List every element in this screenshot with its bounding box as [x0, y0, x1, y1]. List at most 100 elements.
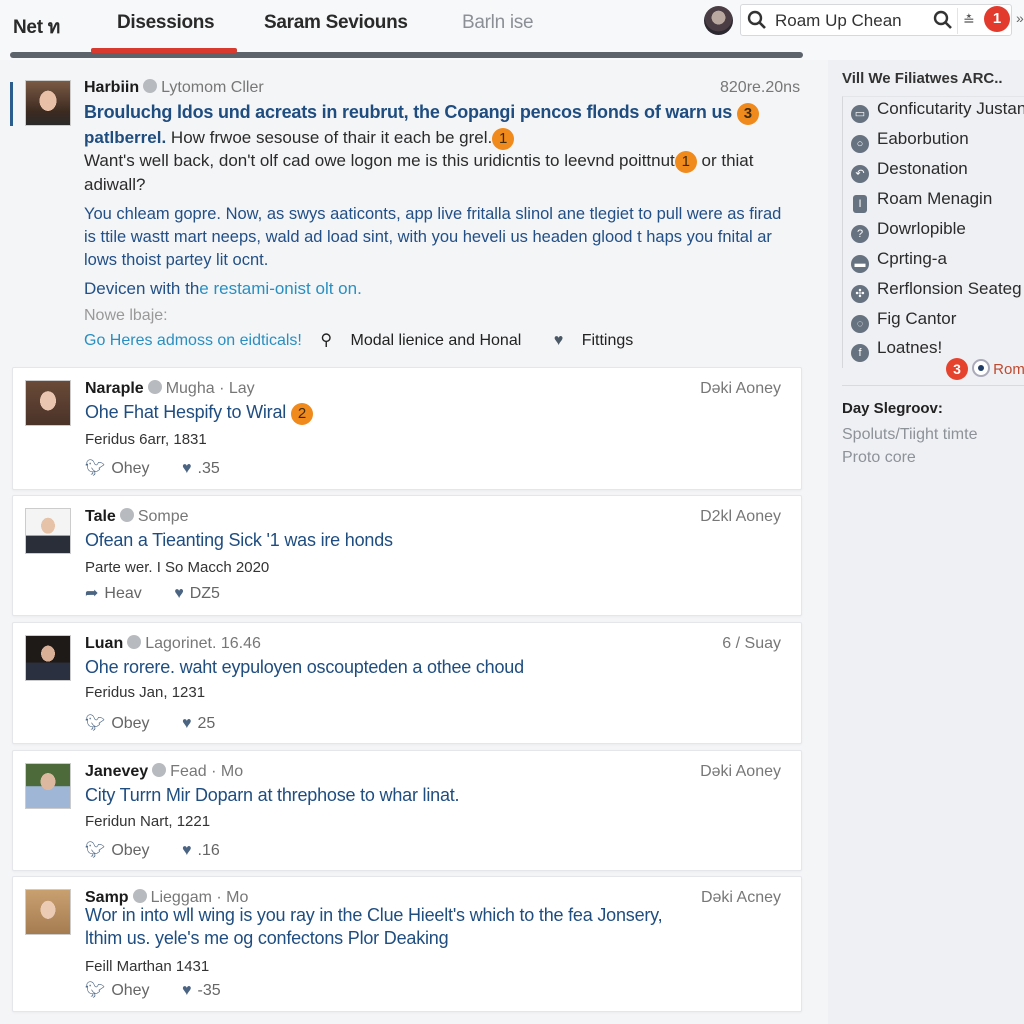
featured-title[interactable]: Brouluchg ldos und acreats in reubrut, t… — [84, 102, 759, 125]
user-avatar[interactable] — [704, 6, 733, 35]
sidebar-item-label: Roam Menagin — [877, 189, 993, 208]
sidebar-item-label: Eaborbution — [877, 129, 969, 148]
post-title-continued[interactable]: lthim us. yele's me og confectons Plor D… — [85, 928, 449, 949]
like-button[interactable]: ♥ .16 — [182, 842, 220, 859]
top-bar: Net ท Disessions Saram Seviouns Barln is… — [0, 0, 1024, 60]
tab-barln-ise[interactable]: Barln ise — [462, 12, 534, 34]
count-badge: 3 — [736, 103, 759, 125]
tab-saram-seviouns[interactable]: Saram Seviouns — [264, 12, 408, 34]
featured-title-continued: patlberrel. — [84, 128, 167, 147]
tab-discussions[interactable]: Disessions — [117, 12, 215, 34]
verified-icon — [147, 380, 162, 394]
sidebar-item-label: Rerflonsion Seateg — [877, 279, 1022, 298]
share-label: Obey — [111, 715, 150, 732]
share-button[interactable]: 🐦︎ Obey — [85, 842, 150, 859]
circle-icon: ○ — [851, 135, 869, 153]
like-button[interactable]: ♥ 25 — [182, 715, 215, 732]
post-title-text: Ohe Fhat Hespify to Wiral — [85, 402, 287, 422]
search-input[interactable] — [775, 9, 925, 33]
filter-icon[interactable]: ≛ — [963, 12, 975, 29]
author-avatar[interactable] — [25, 80, 71, 126]
heart-icon: ♥ — [553, 332, 564, 349]
device-link[interactable]: e restami-onist olt on. — [199, 279, 362, 298]
search-submit-icon[interactable] — [933, 10, 953, 35]
sidebar-item-dowrlopible[interactable]: ? Dowrlopible — [851, 219, 966, 243]
share-label: Heav — [104, 585, 142, 602]
share-button[interactable]: 🐦︎ Ohey — [85, 460, 150, 477]
post-time: 820re.20ns — [720, 79, 801, 96]
sidebar-item-roam-menagin[interactable]: I Roam Menagin — [851, 189, 992, 213]
post-actions: ➦ Heav ♥ DZ5 — [85, 583, 220, 603]
fittings-action[interactable]: ♥ Fittings — [554, 332, 648, 349]
share-button[interactable]: 🐦︎ Obey — [85, 715, 150, 732]
modal-action[interactable]: ⚲ Modal lienice and Honal — [320, 332, 535, 349]
sidebar-item-eaborbution[interactable]: ○ Eaborbution — [851, 129, 969, 153]
sidebar-item-fig-cantor[interactable]: ◌ Fig Cantor — [851, 309, 956, 333]
post-date: Feridun Nart, 1221 — [85, 813, 211, 830]
share-button[interactable]: 🐦︎ Ohey — [85, 982, 150, 999]
sidebar-item-cprting[interactable]: ▬ Cprting-a — [851, 249, 947, 273]
verified-icon — [119, 508, 134, 522]
admoss-link[interactable]: Go Heres admoss on eidticals! — [84, 332, 302, 349]
sidebar-count-badge: 3 — [946, 358, 968, 380]
heart-icon: ♥ — [182, 842, 192, 859]
like-count: 25 — [197, 715, 216, 732]
sidebar-sub-line[interactable]: Spoluts/Tiight timte — [842, 426, 977, 444]
post-card: Samp Lieggam · Mo Dǝki Acney Wor in into … — [12, 876, 802, 1012]
count-badge: 1 — [492, 128, 515, 150]
post-date: Feridus Jan, 1231 — [85, 684, 206, 701]
sidebar-subheading: Day Slegroov: — [842, 400, 943, 417]
featured-actions: Go Heres admoss on eidticals! ⚲ Modal li… — [84, 330, 661, 350]
sidebar-item-rerflonsion[interactable]: ✣ Rerflonsion Seateg — [851, 279, 1022, 303]
like-count: .16 — [197, 842, 220, 859]
author-name[interactable]: Luan — [85, 635, 123, 652]
author-avatar[interactable] — [25, 889, 71, 935]
post-title[interactable]: Ohe rorere. waht eypuloyen oscoupteden a… — [85, 657, 524, 678]
post-meta: Luan Lagorinet. 16.46 — [85, 635, 261, 653]
author-avatar[interactable] — [25, 763, 71, 809]
like-button[interactable]: ♥ .35 — [182, 460, 220, 477]
bird-icon: 🐦︎ — [85, 982, 106, 999]
fittings-label: Fittings — [581, 332, 634, 349]
author-avatar[interactable] — [25, 380, 71, 426]
undo-icon: ↶ — [851, 165, 869, 183]
post-meta: Janevey Fead · Mo — [85, 763, 243, 781]
post-time: Dǝki Acney — [700, 889, 781, 906]
post-date: Parte wer. I So Macch 2020 — [85, 559, 270, 576]
featured-body-line: patlberrel. How frwoe sesouse of thair i… — [84, 126, 804, 150]
count-badge: 2 — [290, 403, 313, 425]
sidebar-item-conficutarity[interactable]: ▭ Conficutarity Justan — [851, 99, 1024, 123]
post-actions: 🐦︎ Obey ♥ .16 — [85, 840, 220, 860]
author-name[interactable]: Janevey — [85, 763, 148, 780]
post-actions: 🐦︎ Ohey ♥ .35 — [85, 458, 220, 478]
post-title[interactable]: City Turrn Mir Doparn at threphose to wh… — [85, 785, 460, 806]
notification-badge[interactable]: 1 — [984, 6, 1010, 32]
sidebar-footer[interactable]: 3 Rom — [946, 358, 1024, 380]
sidebar-item-loatnes[interactable]: f Loatnes! — [851, 338, 942, 362]
author-name[interactable]: Naraple — [85, 380, 144, 397]
share-button[interactable]: ➦ Heav — [85, 585, 142, 602]
author-name[interactable]: Harbiin — [84, 79, 139, 96]
post-title[interactable]: Ohe Fhat Hespify to Wiral 2 — [85, 402, 313, 425]
like-count: DZ5 — [189, 585, 220, 602]
heart-icon: ♥ — [182, 982, 192, 999]
post-title[interactable]: Ofean a Tieanting Sick '1 was ire honds — [85, 530, 393, 551]
author-name[interactable]: Samp — [85, 889, 129, 906]
like-button[interactable]: ♥ -35 — [182, 982, 221, 999]
sidebar-sub-line[interactable]: Proto core — [842, 449, 916, 467]
author-avatar[interactable] — [25, 635, 71, 681]
sidebar-item-destonation[interactable]: ↶ Destonation — [851, 159, 968, 183]
author-name[interactable]: Tale — [85, 508, 116, 525]
post-card: Janevey Fead · Mo Dǝki Aoney City Turrn M… — [12, 750, 802, 871]
verified-icon — [152, 763, 167, 777]
count-badge: 1 — [674, 151, 697, 173]
tab-home[interactable]: Net ท — [13, 12, 60, 42]
more-icon[interactable]: » — [1016, 10, 1024, 26]
post-title[interactable]: Wor in into wll wing is you ray in the C… — [85, 905, 663, 926]
search-icon — [747, 10, 767, 35]
heart-icon: ♥ — [182, 715, 192, 732]
post-time: Dǝki Aoney — [700, 763, 781, 780]
sidebar-footer-label: Rom — [993, 361, 1024, 378]
like-button[interactable]: ♥ DZ5 — [174, 585, 220, 602]
author-avatar[interactable] — [25, 508, 71, 554]
